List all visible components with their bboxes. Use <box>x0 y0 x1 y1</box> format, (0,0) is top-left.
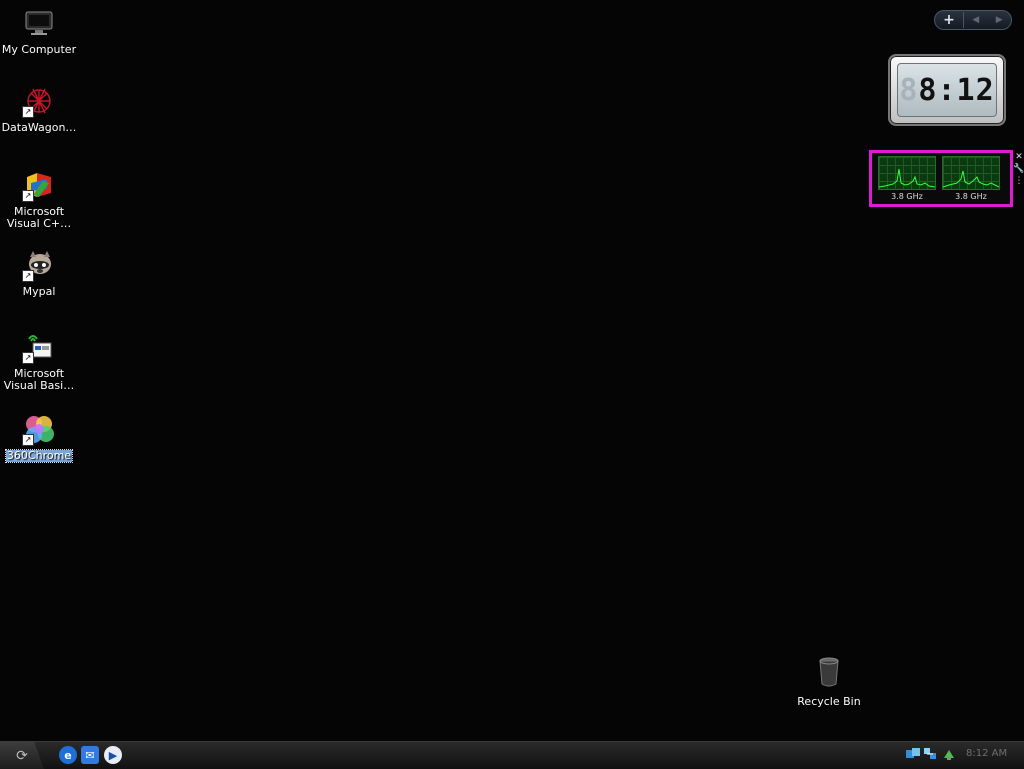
taskbar-clock[interactable]: 8:12 AM <box>966 748 1007 759</box>
cpu-core-panel: 3.8 GHz <box>942 156 1000 204</box>
gadget-nav: ◀ ▶ <box>964 15 1011 25</box>
shortcut-arrow-icon: ↗ <box>22 190 34 202</box>
desktop-icon-label: Microsoft Visual Basi… <box>3 367 75 392</box>
shortcut-arrow-icon: ↗ <box>22 106 34 118</box>
gadget-side-controls: ✕ 🔧 ⋮ <box>1013 152 1024 186</box>
quick-launch-outlook-express[interactable]: ✉ <box>81 746 99 764</box>
cpu-speed-label: 3.8 GHz <box>891 192 923 201</box>
quick-launch-media-player[interactable]: ▶ <box>104 746 122 764</box>
mail-icon: ✉ <box>85 748 95 762</box>
computer-icon <box>22 6 56 40</box>
desktop-icon-label: Mypal <box>22 285 56 298</box>
clock-gadget[interactable]: 8 8:12 <box>888 54 1006 126</box>
sidebar-controls: + ◀ ▶ <box>934 10 1012 30</box>
clock-time: 8:12 <box>918 72 995 108</box>
desktop-icon-360chrome[interactable]: ↗ 360Chrome <box>0 412 78 463</box>
360chrome-icon: ↗ <box>22 412 56 446</box>
desktop-icon-mypal[interactable]: ↗ Mypal <box>0 248 78 298</box>
media-player-icon: ▶ <box>108 748 118 762</box>
desktop-icon-label: Microsoft Visual C+… <box>6 205 72 230</box>
visual-basic-icon: ↗ <box>22 330 56 364</box>
cpu-core-panel: 3.8 GHz <box>878 156 936 204</box>
shortcut-arrow-icon: ↗ <box>22 434 34 446</box>
next-page-button[interactable]: ▶ <box>996 15 1003 25</box>
cpu-usage-graph <box>878 156 936 190</box>
desktop-icon-label: Recycle Bin <box>797 695 861 708</box>
tray-network-icon[interactable] <box>905 746 921 762</box>
clock-ghost-digit: 8 <box>899 72 919 108</box>
datawagon-icon: ↗ <box>22 84 56 118</box>
desktop-icon-label: My Computer <box>1 43 77 56</box>
cpu-meter-gadget[interactable]: 3.8 GHz 3.8 GHz <box>869 150 1013 207</box>
desktop-icon-visual-cpp[interactable]: ↗ Microsoft Visual C+… <box>0 168 78 230</box>
taskbar: ⟳ e ✉ ▶ 8:12 AM <box>0 741 1024 769</box>
close-icon[interactable]: ✕ <box>1015 152 1023 162</box>
prev-page-button[interactable]: ◀ <box>972 15 979 25</box>
wrench-icon[interactable]: 🔧 <box>1013 164 1024 174</box>
cpu-usage-graph <box>942 156 1000 190</box>
visual-cpp-icon: ↗ <box>22 168 56 202</box>
quick-launch-internet-explorer[interactable]: e <box>59 746 77 764</box>
tray-network-2-icon[interactable] <box>922 746 938 762</box>
add-gadget-button[interactable]: + <box>935 12 964 28</box>
shortcut-arrow-icon: ↗ <box>22 270 34 282</box>
drag-handle-icon[interactable]: ⋮ <box>1015 176 1024 186</box>
desktop-icon-label: 360Chrome <box>4 449 74 463</box>
clock-display: 8 8:12 <box>897 63 997 117</box>
desktop-icon-visual-basic[interactable]: ↗ Microsoft Visual Basi… <box>0 330 78 392</box>
shortcut-arrow-icon: ↗ <box>22 352 34 364</box>
desktop-icon-label: DataWagon… <box>1 121 77 134</box>
internet-explorer-icon: e <box>64 748 72 762</box>
cpu-speed-label: 3.8 GHz <box>955 192 987 201</box>
desktop-icon-my-computer[interactable]: My Computer <box>0 6 78 56</box>
recycle-bin-icon <box>818 657 840 691</box>
start-orb-icon: ⟳ <box>16 747 28 764</box>
desktop-icon-recycle-bin[interactable]: Recycle Bin <box>790 657 868 708</box>
desktop-icon-datawagon[interactable]: ↗ DataWagon… <box>0 84 78 134</box>
tray-safely-remove-icon[interactable] <box>941 746 957 762</box>
start-button[interactable]: ⟳ <box>0 742 44 769</box>
raccoon-icon: ↗ <box>22 248 56 282</box>
